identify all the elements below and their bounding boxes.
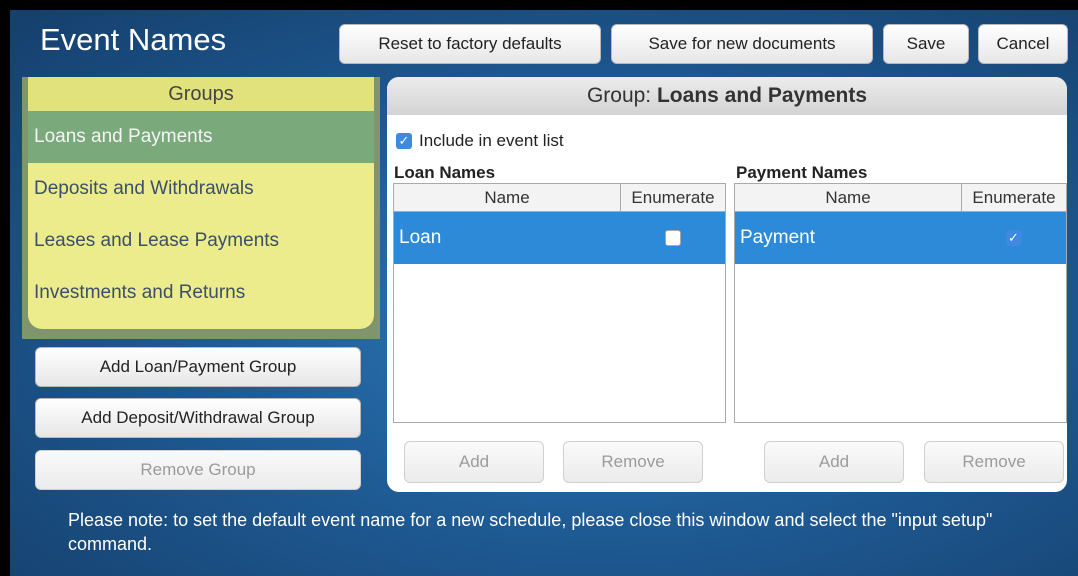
footer-note: Please note: to set the default event na… [68,510,993,554]
save-button[interactable]: Save [883,24,969,64]
window-title: Event Names [40,22,227,57]
add-loan-payment-group-button[interactable]: Add Loan/Payment Group [35,347,361,387]
loan-name-cell[interactable]: Loan [394,227,620,249]
panel-header: Group: Loans and Payments [387,77,1067,115]
checkbox-checked-icon[interactable]: ✓ [1005,230,1022,246]
loan-add-button[interactable]: Add [404,441,544,483]
group-detail-panel: Group: Loans and Payments ✓ Include in e… [387,77,1067,492]
table-row[interactable]: Payment ✓ [735,212,1066,264]
payment-add-button[interactable]: Add [764,441,904,483]
event-names-window: Event Names Reset to factory defaults Sa… [10,10,1078,576]
loan-name-column-header[interactable]: Name [394,184,621,211]
payment-name-column-header[interactable]: Name [735,184,962,211]
panel-header-prefix: Group: [586,84,657,107]
loan-names-table-header: Name Enumerate [394,184,725,212]
group-item-investments-and-returns[interactable]: Investments and Returns [28,267,374,319]
include-in-event-list-checkbox[interactable]: ✓ Include in event list [396,131,564,151]
payment-enumerate-column-header[interactable]: Enumerate [962,184,1066,211]
include-in-event-list-label: Include in event list [419,131,564,150]
groups-header: Groups [28,77,374,111]
remove-group-button[interactable]: Remove Group [35,450,361,490]
add-deposit-withdrawal-group-button[interactable]: Add Deposit/Withdrawal Group [35,398,361,438]
checkbox-checked-icon[interactable]: ✓ [396,133,412,149]
payment-name-cell[interactable]: Payment [735,227,961,249]
table-row[interactable]: Loan [394,212,725,264]
cancel-button[interactable]: Cancel [978,24,1068,64]
group-item-loans-and-payments[interactable]: Loans and Payments [28,111,374,163]
payment-names-table: Name Enumerate Payment ✓ [734,183,1067,423]
reset-factory-defaults-button[interactable]: Reset to factory defaults [339,24,601,64]
groups-list: Groups Loans and Payments Deposits and W… [28,77,374,329]
group-item-leases-and-lease-payments[interactable]: Leases and Lease Payments [28,215,374,267]
save-for-new-documents-button[interactable]: Save for new documents [611,24,873,64]
checkbox-unchecked-icon[interactable] [664,230,681,246]
group-item-deposits-and-withdrawals[interactable]: Deposits and Withdrawals [28,163,374,215]
payment-names-table-header: Name Enumerate [735,184,1066,212]
loan-names-label: Loan Names [394,163,496,182]
panel-header-group-name: Loans and Payments [656,84,868,107]
loan-remove-button[interactable]: Remove [563,441,703,483]
loan-enumerate-column-header[interactable]: Enumerate [621,184,725,211]
payment-remove-button[interactable]: Remove [924,441,1064,483]
loan-names-table: Name Enumerate Loan [393,183,726,423]
payment-names-label: Payment Names [736,163,868,182]
